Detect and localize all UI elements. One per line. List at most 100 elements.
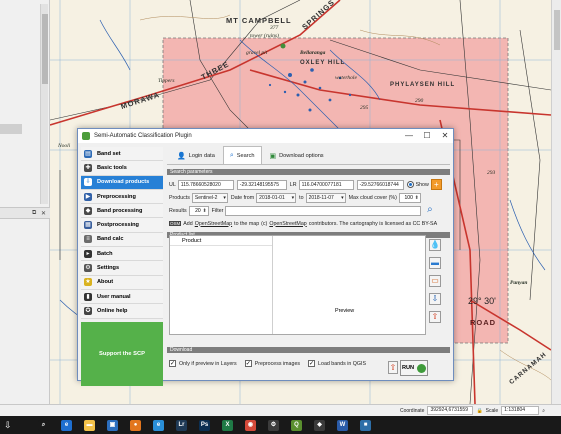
search-parameters-header: Search parameters	[167, 169, 450, 175]
export-icon[interactable]: ⇧	[429, 311, 441, 323]
tab-label: Login data	[188, 153, 215, 159]
results-label: Results	[169, 207, 187, 214]
sidebar-item-band-set[interactable]: ▤ Band set	[81, 147, 163, 162]
scale-select[interactable]: 1:131804	[501, 406, 540, 415]
map-scrollbar[interactable]	[551, 0, 561, 404]
sidebar-item-band-processing[interactable]: ◆ Band processing	[81, 204, 163, 219]
sidebar-item-online-help[interactable]: ✪ Online help	[81, 304, 163, 319]
lr-label: LR	[289, 181, 297, 188]
drop-icon[interactable]: 💧	[429, 239, 441, 251]
postprocessing-icon: ▦	[84, 221, 92, 230]
lightroom-icon[interactable]: Lr	[176, 419, 187, 431]
magnifier-icon[interactable]: ⌕	[542, 408, 545, 414]
search-icon[interactable]: ⌕	[38, 419, 49, 431]
tab-search[interactable]: ⌕ Search	[222, 146, 262, 164]
edge-icon[interactable]: e	[61, 419, 72, 431]
map-label-tower-ruins: tower (ruins)	[250, 33, 279, 39]
sidebar-item-basic-tools[interactable]: ✚ Basic tools	[81, 161, 163, 176]
date-from-input[interactable]: 2018-01-01	[256, 192, 297, 203]
map-label-phylaysen-hill: PHYLAYSEN HILL	[390, 82, 456, 88]
map-label-road: ROAD	[470, 318, 497, 327]
dialog-main: 👤 Login data ⌕ Search ▣ Download options Se…	[167, 146, 450, 377]
float-icon[interactable]: ⧉	[32, 210, 36, 217]
osm-add-text: Add	[183, 220, 193, 227]
map-label-mt-campbell: MT CAMPBELL	[226, 16, 292, 25]
date-from-label: Date from	[230, 194, 255, 201]
layers-scrollbar[interactable]	[40, 4, 48, 204]
sidebar-item-batch[interactable]: ▸ Batch	[81, 247, 163, 262]
map-label-oxley-hill: OXLEY HILL	[300, 60, 346, 66]
cloud-cover-label: Max cloud cover (%)	[348, 194, 397, 201]
import-icon[interactable]: ⇩	[429, 293, 441, 305]
layers-panel: ⧉ ✕	[0, 0, 50, 404]
preprocess-checkbox[interactable]: ✓	[244, 360, 252, 367]
export-links-button[interactable]: ⇧	[388, 361, 398, 374]
copyright-icon: (c)	[261, 220, 268, 227]
filter-input[interactable]	[225, 205, 422, 216]
settings-icon[interactable]: ⚙	[268, 419, 279, 431]
close-icon[interactable]: ✕	[41, 210, 46, 217]
sidebar-item-label: Band processing	[97, 207, 143, 214]
photoshop-icon[interactable]: Ps	[199, 419, 210, 431]
results-spinbox[interactable]: 20	[188, 205, 209, 216]
sidebar-item-download-products[interactable]: ⇩ Download products	[81, 175, 163, 190]
coordinate-field[interactable]: 392924,6731559	[427, 406, 474, 415]
sidebar-item-settings[interactable]: ⚙ Settings	[81, 261, 163, 276]
osm-to-map-text: to the map	[234, 220, 260, 227]
load-bands-checkbox[interactable]: ✓	[308, 360, 316, 367]
app-icon[interactable]: ◆	[314, 419, 325, 431]
osm-row: OSM Add OpenStreetMap to the map (c) Ope…	[167, 217, 450, 230]
remove-icon[interactable]: ▬	[429, 257, 441, 269]
only-preview-checkbox[interactable]: ✓	[169, 360, 176, 367]
tab-download-options[interactable]: ▣ Download options	[264, 148, 330, 164]
show-radio[interactable]	[406, 181, 414, 188]
download-tray-icon[interactable]: ⇩	[4, 419, 26, 431]
preview-label: Preview	[335, 308, 355, 314]
minimize-button[interactable]: —	[400, 129, 418, 143]
date-to-input[interactable]: 2018-11-07	[305, 192, 346, 203]
word-icon[interactable]: W	[337, 419, 348, 431]
support-scp-button[interactable]: Support the SCP	[81, 321, 163, 386]
excel-icon[interactable]: X	[222, 419, 233, 431]
run-button[interactable]: RUN	[400, 360, 428, 376]
ul-y-input[interactable]: -29.32148195575	[236, 179, 287, 190]
sidebar-item-label: Settings	[97, 265, 120, 272]
lr-x-input[interactable]: 116.04700077181	[298, 179, 354, 190]
sidebar-item-postprocessing[interactable]: ▦ Postprocessing	[81, 218, 163, 233]
scrollbar-thumb[interactable]	[42, 14, 48, 84]
chrome-icon[interactable]: ◉	[245, 419, 256, 431]
products-select[interactable]: Sentinel-2	[191, 192, 228, 203]
tab-login-data[interactable]: 👤 Login data	[171, 148, 221, 164]
file-explorer-icon[interactable]: ▬	[84, 419, 95, 431]
ul-x-input[interactable]: 115.78660528020	[177, 179, 234, 190]
area-select-button[interactable]: +	[430, 179, 442, 190]
dialog-titlebar[interactable]: Semi-Automatic Classification Plugin — ☐…	[78, 129, 453, 143]
scrollbar-thumb[interactable]	[554, 10, 560, 50]
qgis-icon[interactable]: Q	[291, 419, 302, 431]
cloud-cover-spinbox[interactable]: 100	[398, 192, 421, 203]
tab-label: Download options	[279, 153, 324, 159]
map-label-grid-29-30: 29° 30'	[468, 296, 496, 306]
sidebar-item-user-manual[interactable]: ▮ User manual	[81, 289, 163, 305]
ie-icon[interactable]: e	[153, 419, 164, 431]
sidebar-item-label: Basic tools	[97, 164, 127, 171]
sidebar-item-about[interactable]: ★ About	[81, 275, 163, 290]
map-label-bellaranga: Bellaranga	[300, 50, 326, 56]
osm-add-link[interactable]: OpenStreetMap	[195, 221, 232, 227]
maximize-button[interactable]: ☐	[418, 129, 436, 143]
product-column-header[interactable]: Product	[170, 236, 272, 246]
selected-layer-row[interactable]	[0, 124, 22, 134]
store-icon[interactable]: ▣	[107, 419, 118, 431]
lr-y-input[interactable]: -29.52766018744	[356, 179, 404, 190]
sidebar-item-band-calc[interactable]: ≡ Band calc	[81, 232, 163, 248]
firefox-icon[interactable]: ●	[130, 419, 141, 431]
osm-credit-link[interactable]: OpenStreetMap	[269, 221, 306, 227]
app2-icon[interactable]: ■	[360, 419, 371, 431]
find-search-icon[interactable]: ⌕	[424, 205, 435, 216]
close-button[interactable]: ✕	[436, 129, 454, 143]
sidebar-item-label: Postprocessing	[97, 222, 139, 229]
sidebar-item-preprocessing[interactable]: ▶ Preprocessing	[81, 189, 163, 205]
footprint-icon[interactable]: ▭	[429, 275, 441, 287]
dialog-sidebar: ▤ Band set ✚ Basic tools ⇩ Download product…	[81, 147, 163, 386]
product-table[interactable]: Product Preview	[169, 235, 426, 335]
